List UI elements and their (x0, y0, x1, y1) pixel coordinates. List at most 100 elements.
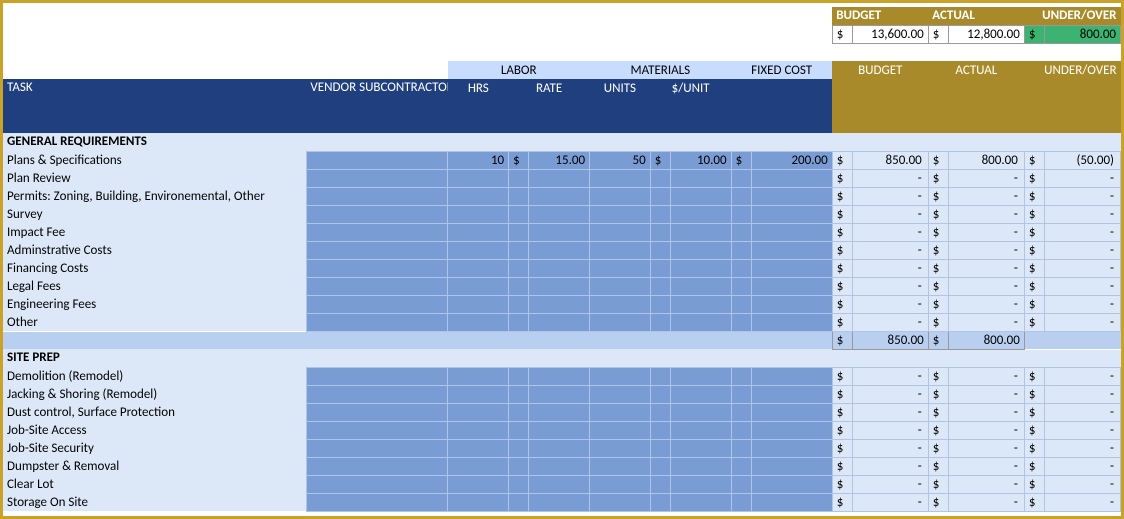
fixed-cell[interactable] (751, 457, 832, 475)
underover-cell[interactable]: - (1045, 457, 1121, 475)
vendor-cell[interactable] (306, 493, 448, 511)
fixed-cell[interactable] (751, 493, 832, 511)
underover-cell[interactable]: - (1045, 367, 1121, 385)
hrs-cell[interactable] (448, 385, 509, 403)
underover-cell[interactable]: - (1045, 439, 1121, 457)
rate-cell[interactable] (529, 169, 590, 187)
perunit-cell[interactable] (670, 259, 731, 277)
units-cell[interactable] (590, 439, 651, 457)
underover-cell[interactable]: - (1045, 241, 1121, 259)
underover-cell[interactable]: - (1045, 205, 1121, 223)
actual-cell[interactable]: - (948, 205, 1024, 223)
underover-cell[interactable]: - (1045, 493, 1121, 511)
hrs-cell[interactable] (448, 205, 509, 223)
actual-cell[interactable]: - (948, 385, 1024, 403)
units-cell[interactable] (590, 421, 651, 439)
vendor-cell[interactable] (306, 367, 448, 385)
underover-cell[interactable]: - (1045, 223, 1121, 241)
hrs-cell[interactable] (448, 421, 509, 439)
vendor-cell[interactable] (306, 403, 448, 421)
actual-cell[interactable]: - (948, 259, 1024, 277)
units-cell[interactable] (590, 187, 651, 205)
budget-cell[interactable]: - (852, 439, 928, 457)
units-cell[interactable] (590, 205, 651, 223)
task-cell[interactable]: Survey (3, 205, 306, 223)
budget-cell[interactable]: 850.00 (852, 151, 928, 169)
underover-cell[interactable]: (50.00) (1045, 151, 1121, 169)
vendor-cell[interactable] (306, 439, 448, 457)
vendor-cell[interactable] (306, 475, 448, 493)
budget-cell[interactable]: - (852, 241, 928, 259)
hrs-cell[interactable] (448, 493, 509, 511)
fixed-cell[interactable] (751, 169, 832, 187)
rate-cell[interactable] (529, 259, 590, 277)
hrs-cell[interactable] (448, 403, 509, 421)
perunit-cell[interactable] (670, 223, 731, 241)
fixed-cell[interactable] (751, 187, 832, 205)
units-cell[interactable] (590, 313, 651, 331)
actual-cell[interactable]: - (948, 403, 1024, 421)
fixed-cell[interactable] (751, 295, 832, 313)
task-cell[interactable]: Other (3, 313, 306, 331)
underover-cell[interactable]: - (1045, 421, 1121, 439)
fixed-cell[interactable] (751, 439, 832, 457)
hrs-cell[interactable] (448, 223, 509, 241)
task-cell[interactable]: Demolition (Remodel) (3, 367, 306, 385)
actual-cell[interactable]: - (948, 241, 1024, 259)
budget-cell[interactable]: - (852, 367, 928, 385)
budget-cell[interactable]: - (852, 295, 928, 313)
fixed-cell[interactable] (751, 241, 832, 259)
underover-cell[interactable]: - (1045, 259, 1121, 277)
rate-cell[interactable]: 15.00 (529, 151, 590, 169)
budget-cell[interactable]: - (852, 493, 928, 511)
fixed-cell[interactable] (751, 475, 832, 493)
budget-cell[interactable]: - (852, 475, 928, 493)
fixed-cell[interactable] (751, 205, 832, 223)
hrs-cell[interactable] (448, 313, 509, 331)
fixed-cell[interactable] (751, 223, 832, 241)
vendor-cell[interactable] (306, 457, 448, 475)
budget-cell[interactable]: - (852, 385, 928, 403)
fixed-cell[interactable] (751, 313, 832, 331)
task-cell[interactable]: Plan Review (3, 169, 306, 187)
task-cell[interactable]: Dust control, Surface Protection (3, 403, 306, 421)
task-cell[interactable]: Legal Fees (3, 277, 306, 295)
budget-cell[interactable]: - (852, 457, 928, 475)
units-cell[interactable] (590, 457, 651, 475)
task-cell[interactable]: Clear Lot (3, 475, 306, 493)
hrs-cell[interactable] (448, 169, 509, 187)
underover-cell[interactable]: - (1045, 313, 1121, 331)
hrs-cell[interactable] (448, 277, 509, 295)
vendor-cell[interactable] (306, 295, 448, 313)
budget-cell[interactable]: - (852, 259, 928, 277)
fixed-cell[interactable] (751, 403, 832, 421)
perunit-cell[interactable]: 10.00 (670, 151, 731, 169)
summary-actual-value[interactable]: 12,800.00 (948, 25, 1024, 43)
hrs-cell[interactable]: 10 (448, 151, 509, 169)
units-cell[interactable] (590, 169, 651, 187)
hrs-cell[interactable] (448, 367, 509, 385)
budget-cell[interactable]: - (852, 403, 928, 421)
units-cell[interactable]: 50 (590, 151, 651, 169)
budget-cell[interactable]: - (852, 205, 928, 223)
actual-cell[interactable]: - (948, 439, 1024, 457)
task-cell[interactable]: Plans & Specifications (3, 151, 306, 169)
underover-cell[interactable]: - (1045, 385, 1121, 403)
actual-cell[interactable]: - (948, 187, 1024, 205)
perunit-cell[interactable] (670, 295, 731, 313)
vendor-cell[interactable] (306, 313, 448, 331)
fixed-cell[interactable] (751, 385, 832, 403)
task-cell[interactable]: Impact Fee (3, 223, 306, 241)
actual-cell[interactable]: - (948, 277, 1024, 295)
fixed-cell[interactable]: 200.00 (751, 151, 832, 169)
underover-cell[interactable]: - (1045, 187, 1121, 205)
rate-cell[interactable] (529, 385, 590, 403)
rate-cell[interactable] (529, 493, 590, 511)
summary-underover-value[interactable]: 800.00 (1045, 25, 1121, 43)
rate-cell[interactable] (529, 457, 590, 475)
perunit-cell[interactable] (670, 367, 731, 385)
underover-cell[interactable]: - (1045, 475, 1121, 493)
fixed-cell[interactable] (751, 421, 832, 439)
vendor-cell[interactable] (306, 151, 448, 169)
vendor-cell[interactable] (306, 421, 448, 439)
